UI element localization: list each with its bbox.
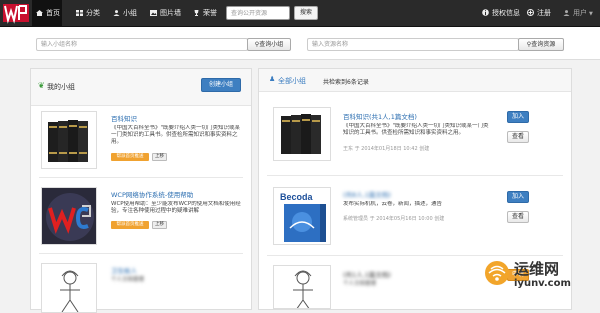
nav-register[interactable]: 注册 bbox=[527, 0, 551, 26]
home-icon bbox=[36, 1, 43, 16]
group-search-button[interactable]: ⚲查询小组 bbox=[247, 38, 291, 51]
group-title[interactable]: 百科知识 bbox=[111, 113, 137, 123]
category-icon bbox=[76, 1, 83, 16]
becoda-box-image: Becoda bbox=[274, 188, 330, 244]
push-home-button[interactable]: 帮派首页推送 bbox=[111, 221, 149, 229]
group-thumbnail[interactable] bbox=[273, 265, 331, 309]
group-thumbnail[interactable] bbox=[41, 111, 97, 169]
all-groups-title: 全部小组 bbox=[278, 77, 306, 85]
group-thumbnail[interactable] bbox=[41, 263, 97, 313]
info-icon bbox=[482, 1, 489, 16]
app-logo[interactable] bbox=[2, 2, 30, 24]
move-up-button[interactable]: 上移 bbox=[152, 153, 167, 161]
watermark-title: 运维网 bbox=[514, 260, 560, 278]
resource-search-input[interactable]: 输入资源名称 bbox=[307, 38, 519, 51]
create-group-button[interactable]: 创建小组 bbox=[201, 78, 241, 92]
user-icon bbox=[563, 1, 570, 16]
site-watermark: 运维网 iyunv.com bbox=[484, 254, 596, 296]
sketch-figure-image bbox=[42, 264, 96, 312]
user-icon: ♟ bbox=[269, 75, 276, 83]
view-group-button[interactable]: 查看 bbox=[507, 211, 529, 223]
global-search-input[interactable]: 查询公开资源 bbox=[226, 6, 290, 20]
watermark-url: iyunv.com bbox=[514, 278, 571, 289]
nav-group[interactable]: 小组 bbox=[113, 0, 137, 26]
move-up-button[interactable]: 上移 bbox=[152, 221, 167, 229]
trophy-icon bbox=[193, 1, 200, 16]
group-created-meta: 系统管理员 于 2014年05月16日 10:00 创建 bbox=[343, 216, 445, 222]
encyclopedia-books-image bbox=[274, 108, 330, 160]
group-title[interactable]: 卫生帐人 bbox=[111, 265, 137, 275]
resource-search-button[interactable]: ⚲查询资源 bbox=[518, 38, 564, 51]
nav-image-wall[interactable]: 图片墙 bbox=[150, 0, 181, 26]
group-description: 个人文档管理 bbox=[111, 277, 145, 283]
group-search-input[interactable]: 输入小组名称 bbox=[36, 38, 248, 51]
search-toolbar: 输入小组名称 ⚲查询小组 输入资源名称 ⚲查询资源 bbox=[0, 27, 600, 60]
my-groups-panel: ❦ 我的小组 创建小组 百科知识 《中国大百科全书》"既要介绍人类一切门类知识或… bbox=[30, 68, 252, 313]
group-description: 《中国大百科全书》"既要介绍人类一切门类知识或某一门类知识的工具书。供查检所需知… bbox=[111, 125, 241, 145]
group-description: 个人文档管理 bbox=[343, 281, 377, 287]
group-thumbnail[interactable]: Becoda bbox=[273, 187, 331, 245]
leaf-icon: ❦ bbox=[38, 81, 45, 90]
group-thumbnail[interactable] bbox=[273, 107, 331, 161]
group-thumbnail[interactable] bbox=[41, 187, 97, 245]
group-title[interactable]: 百科知识(共1人,1篇文档) bbox=[343, 111, 417, 121]
watermark-logo-icon bbox=[485, 261, 509, 285]
result-count: 共检索到6条记录 bbox=[323, 79, 369, 86]
nav-home[interactable]: 首页 bbox=[32, 0, 62, 26]
image-icon bbox=[150, 1, 157, 16]
divider bbox=[267, 175, 563, 176]
group-title[interactable]: (共8人,1篇文档) bbox=[343, 189, 391, 199]
user-icon bbox=[113, 1, 120, 16]
wcp-logo-image bbox=[42, 188, 96, 244]
my-groups-title: 我的小组 bbox=[47, 83, 75, 91]
group-description: WCP使用帮助：至少能发布WCP的使用文档和使用经验，专注各种使用过程中的疑难讲… bbox=[111, 201, 241, 214]
nav-license-info[interactable]: 授权信息 bbox=[482, 0, 520, 26]
view-group-button[interactable]: 查看 bbox=[507, 131, 529, 143]
nav-honor[interactable]: 荣誉 bbox=[193, 0, 217, 26]
register-icon bbox=[527, 1, 534, 16]
nav-user-menu[interactable]: 用户 ▼ bbox=[563, 0, 593, 26]
encyclopedia-books-image bbox=[42, 112, 96, 168]
divider bbox=[39, 253, 243, 254]
chevron-down-icon: ▼ bbox=[589, 11, 593, 17]
nav-category[interactable]: 分类 bbox=[76, 0, 100, 26]
group-title[interactable]: WCP网络协作系统-使用帮助 bbox=[111, 189, 193, 199]
global-search-button[interactable]: 搜索 bbox=[294, 6, 318, 20]
group-description: 发布实际机机，云卷，新闻，描述，通告 bbox=[343, 201, 443, 207]
divider bbox=[39, 177, 243, 178]
top-navbar: 首页 分类 小组 图片墙 荣誉 查询公开资源 搜索 授权信息 注册 用户 ▼ bbox=[0, 0, 600, 27]
svg-text:Becoda: Becoda bbox=[280, 192, 314, 202]
join-group-button[interactable]: 加入 bbox=[507, 191, 529, 203]
group-title[interactable]: (共1人,1篇文档) bbox=[343, 269, 391, 279]
sketch-figure-image bbox=[274, 266, 330, 308]
group-description: 《中国大百科全书》"既要介绍人类一切门类知识或某一门类知识的工具书。供查检所需知… bbox=[343, 123, 489, 136]
group-created-meta: 王东 于 2014年01月18日 10:42 创建 bbox=[343, 146, 430, 152]
push-home-button[interactable]: 帮派首页推送 bbox=[111, 153, 149, 161]
join-group-button[interactable]: 加入 bbox=[507, 111, 529, 123]
